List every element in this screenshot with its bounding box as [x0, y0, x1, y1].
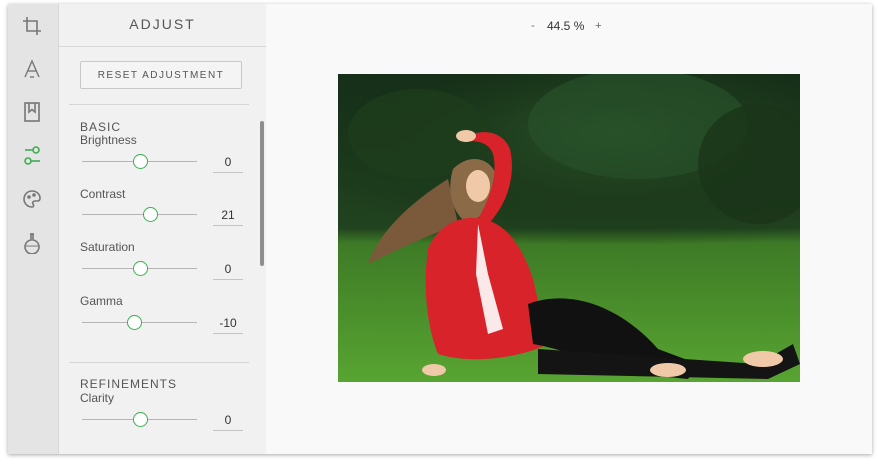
gamma-value-input[interactable]: -10 [213, 311, 243, 334]
zoom-out-button[interactable]: - [529, 20, 537, 32]
divider [69, 362, 249, 363]
gamma-slider-thumb[interactable] [127, 315, 142, 330]
refinements-section-title: REFINEMENTS [80, 377, 178, 391]
edited-photo [338, 74, 800, 382]
bookmark-icon[interactable] [20, 100, 44, 124]
gamma-label: Gamma [80, 294, 123, 308]
zoom-control: - 44.5 % + [529, 18, 602, 34]
reset-adjustment-button[interactable]: RESET ADJUSTMENT [80, 61, 242, 89]
image-canvas: - 44.5 % + [267, 4, 872, 454]
clarity-label: Clarity [80, 391, 115, 405]
panel-scrollbar[interactable] [260, 121, 264, 266]
divider [59, 46, 266, 47]
contrast-value-input[interactable]: 21 [213, 203, 243, 226]
contrast-slider-thumb[interactable] [143, 207, 158, 222]
flask-icon[interactable] [20, 231, 44, 255]
basic-section-title: BASIC [80, 120, 122, 134]
palette-icon[interactable] [20, 187, 44, 211]
panel-title: ADJUST [129, 16, 196, 32]
saturation-label: Saturation [80, 240, 135, 254]
divider [69, 104, 249, 105]
brightness-slider-thumb[interactable] [133, 154, 148, 169]
clarity-slider-thumb[interactable] [133, 412, 148, 427]
brightness-value-input[interactable]: 0 [213, 150, 243, 173]
adjust-icon[interactable] [20, 144, 44, 168]
editor-window: ADJUST RESET ADJUSTMENT BASIC Brightness… [8, 4, 872, 454]
crop-icon[interactable] [20, 14, 44, 38]
adjust-panel: ADJUST RESET ADJUSTMENT BASIC Brightness… [59, 4, 266, 454]
saturation-value-input[interactable]: 0 [213, 257, 243, 280]
tool-rail [8, 4, 59, 454]
clarity-value-input[interactable]: 0 [213, 408, 243, 431]
zoom-level: 44.5 % [547, 19, 585, 33]
brightness-label: Brightness [80, 133, 137, 147]
text-icon[interactable] [20, 57, 44, 81]
contrast-label: Contrast [80, 187, 126, 201]
zoom-in-button[interactable]: + [594, 20, 602, 32]
saturation-slider-thumb[interactable] [133, 261, 148, 276]
contrast-slider-track[interactable] [82, 214, 197, 215]
